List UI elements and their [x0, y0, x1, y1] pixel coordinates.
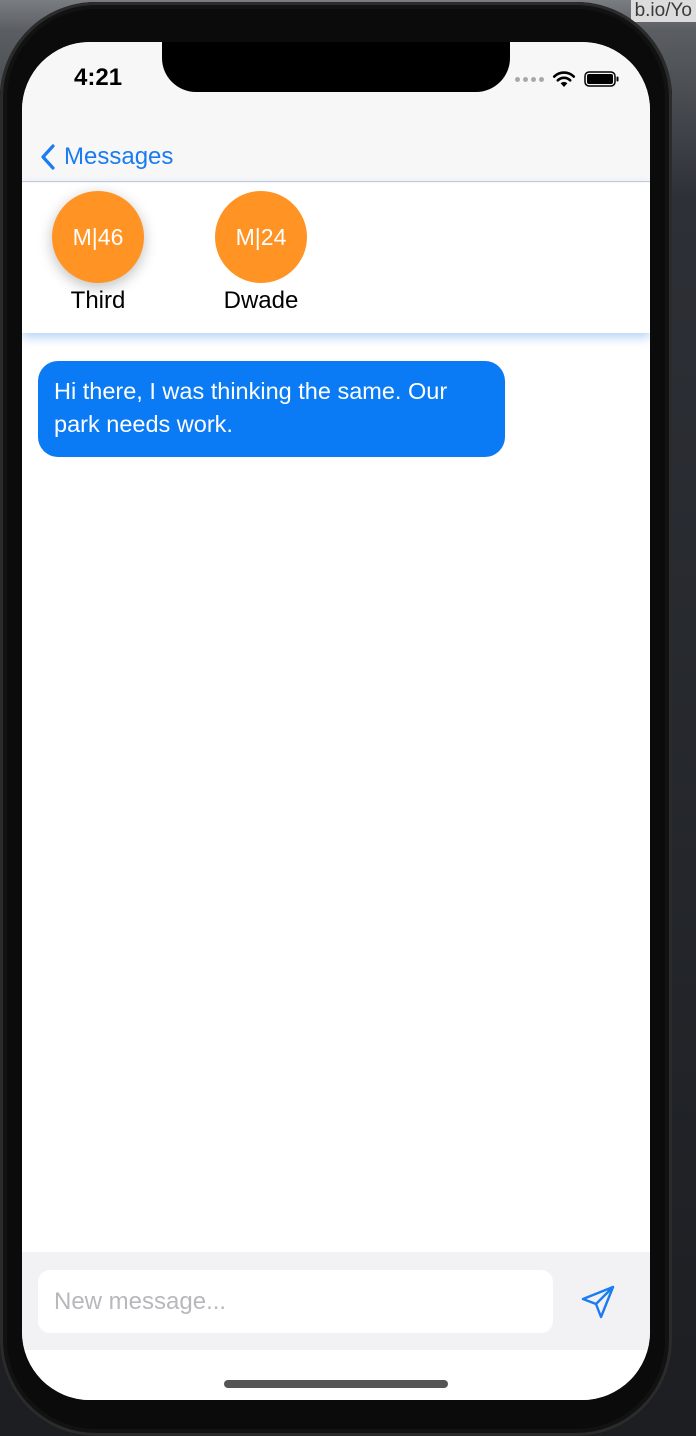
message-list[interactable]: Hi there, I was thinking the same. Our p…	[22, 333, 650, 1252]
status-time: 4:21	[74, 64, 123, 91]
avatar: M|24	[215, 191, 307, 283]
home-indicator[interactable]	[224, 1380, 448, 1388]
message-composer	[22, 1252, 650, 1350]
signal-icon	[515, 76, 544, 82]
message-bubble: Hi there, I was thinking the same. Our p…	[38, 361, 505, 457]
avatar: M|46	[52, 191, 144, 283]
contacts-strip: M|46 Third M|24 Dwade	[22, 183, 650, 333]
navigation-bar: Messages	[22, 132, 650, 182]
contact-item[interactable]: M|24 Dwade	[206, 191, 316, 321]
home-area	[22, 1350, 650, 1400]
back-button-label: Messages	[64, 143, 174, 170]
back-button[interactable]: Messages	[40, 132, 173, 182]
paper-plane-icon	[581, 1285, 615, 1319]
contact-item[interactable]: M|46 Third	[43, 191, 153, 321]
browser-url-fragment: b.io/Yo	[630, 0, 696, 22]
phone-frame: 4:21 Messages M|46 Third M|24 Dwade Hi t…	[0, 2, 672, 1436]
chevron-left-icon	[41, 144, 55, 170]
phone-screen: 4:21 Messages M|46 Third M|24 Dwade Hi t…	[22, 42, 650, 1400]
status-indicators	[515, 70, 620, 88]
contact-name: Third	[70, 287, 126, 314]
contact-name: Dwade	[223, 287, 299, 314]
battery-icon	[584, 71, 619, 87]
avatar-initials: M|24	[235, 223, 287, 250]
avatar-initials: M|46	[72, 223, 124, 250]
message-input[interactable]	[38, 1270, 553, 1333]
send-button[interactable]	[578, 1282, 618, 1322]
camera-notch	[162, 42, 510, 92]
wifi-icon	[552, 71, 576, 87]
